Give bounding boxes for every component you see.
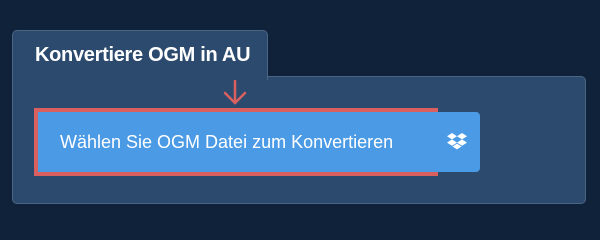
arrow-down-icon [223, 80, 247, 105]
dropbox-button[interactable] [434, 112, 480, 172]
dropbox-icon [447, 133, 467, 150]
converter-tab: Konvertiere OGM in AU [12, 30, 268, 80]
tab-title: Konvertiere OGM in AU [35, 44, 251, 66]
choose-file-button[interactable]: Wählen Sie OGM Datei zum Konvertieren [34, 108, 438, 176]
